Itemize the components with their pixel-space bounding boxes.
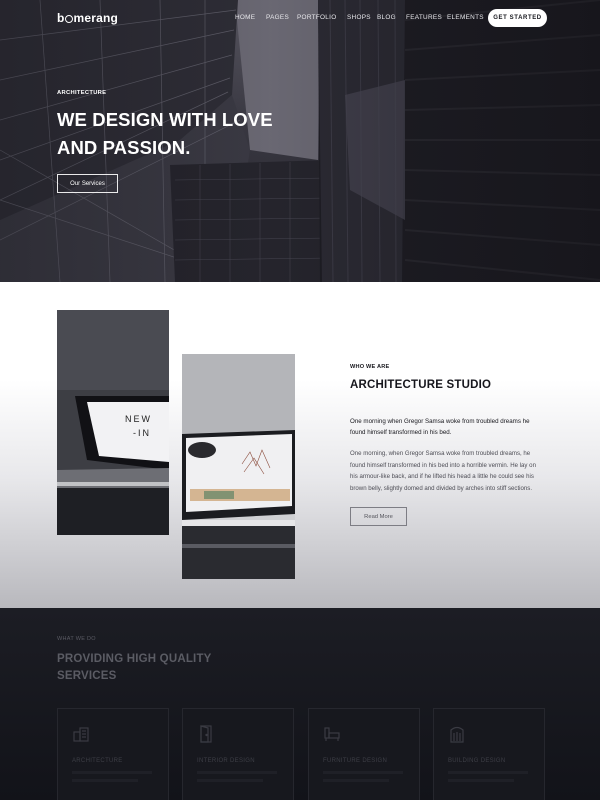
about-kicker: WHO WE ARE <box>350 364 390 370</box>
service-card-interior[interactable]: INTERIOR DESIGN <box>182 708 294 800</box>
read-more-button[interactable]: Read More <box>350 507 407 526</box>
services-kicker: WHAT WE DO <box>57 636 96 642</box>
tablet-image <box>182 354 295 579</box>
nav-item-elements[interactable]: ELEMENTS <box>447 14 484 21</box>
nav-item-shops[interactable]: SHOPS <box>347 14 371 21</box>
furniture-icon <box>324 727 340 741</box>
about-body-text: One morning, when Gregor Samsa woke from… <box>350 450 536 492</box>
laptop-image: NEW -IN <box>57 310 169 535</box>
services-title: PROVIDING HIGH QUALITY SERVICES <box>57 653 212 682</box>
our-services-button[interactable]: Our Services <box>57 174 118 193</box>
nav-item-features[interactable]: FEATURES <box>406 14 442 21</box>
building-icon <box>73 727 89 742</box>
hero-title: WE DESIGN WITH LOVE AND PASSION. <box>57 109 273 158</box>
get-started-button[interactable]: GET STARTED <box>488 9 547 27</box>
svg-text:NEW: NEW <box>125 414 152 424</box>
service-card-architecture[interactable]: ARCHITECTURE <box>57 708 169 800</box>
nav-item-portfolio[interactable]: PORTFOLIO <box>297 14 337 21</box>
service-card-label: FURNITURE DESIGN <box>323 758 388 764</box>
door-icon <box>200 725 212 743</box>
service-card-building[interactable]: BUILDING DESIGN <box>433 708 545 800</box>
about-title: ARCHITECTURE STUDIO <box>350 379 492 391</box>
about-lead-text: One morning when Gregor Samsa woke from … <box>350 418 530 436</box>
service-card-furniture[interactable]: FURNITURE DESIGN <box>308 708 420 800</box>
svg-text:-IN: -IN <box>133 428 151 438</box>
brand-logo[interactable]: b merang <box>57 11 118 25</box>
service-card-label: INTERIOR DESIGN <box>197 758 255 764</box>
hero-kicker: ARCHITECTURE <box>57 90 107 96</box>
service-card-label: ARCHITECTURE <box>72 758 123 764</box>
nav-item-blog[interactable]: BLOG <box>377 14 396 21</box>
skyscraper-icon <box>450 726 464 743</box>
nav-item-home[interactable]: HOME <box>235 14 255 21</box>
service-card-label: BUILDING DESIGN <box>448 758 506 764</box>
top-navigation: b merang HOME PAGES PORTFOLIO SHOPS BLOG FEATU… <box>0 0 600 36</box>
nav-item-pages[interactable]: PAGES <box>266 14 289 21</box>
